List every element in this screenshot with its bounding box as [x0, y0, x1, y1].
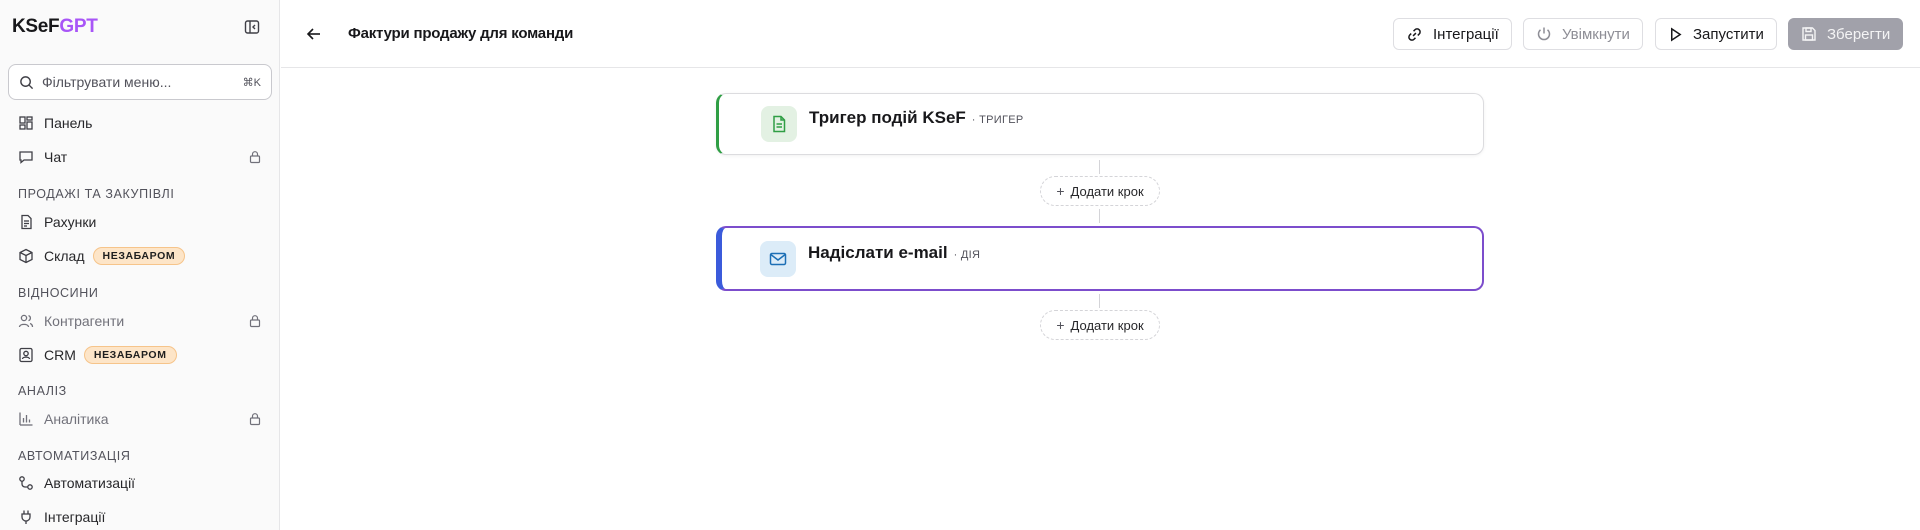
- trigger-node[interactable]: Тригер подій KSeF · ТРИГЕР: [716, 93, 1484, 155]
- add-step-button[interactable]: + Додати крок: [1040, 310, 1160, 340]
- dashboard-icon: [18, 115, 34, 131]
- section-relations: ВІДНОСИНИ: [18, 286, 99, 300]
- document-icon: [761, 106, 797, 142]
- users-icon: [18, 313, 34, 329]
- sidebar-item-integrations[interactable]: Інтеграції: [8, 502, 272, 530]
- chart-icon: [18, 411, 34, 427]
- sidebar-item-crm[interactable]: CRM НЕЗАБАРОМ: [8, 340, 272, 370]
- section-analysis: АНАЛІЗ: [18, 384, 67, 398]
- back-arrow-icon[interactable]: [305, 25, 323, 43]
- menu-filter[interactable]: ⌘K: [8, 64, 272, 100]
- integrations-label: Інтеграції: [1433, 25, 1499, 43]
- search-icon: [20, 75, 34, 89]
- sidebar-item-analytics[interactable]: Аналітика: [8, 404, 272, 434]
- brand-logo[interactable]: KSeFGPT: [12, 16, 98, 38]
- sidebar-item-invoices[interactable]: Рахунки: [8, 207, 272, 237]
- plug-icon: [18, 509, 34, 525]
- action-node[interactable]: Надіслати e-mail · ДІЯ: [716, 226, 1484, 291]
- page-title: Фактури продажу для команди: [348, 25, 574, 42]
- section-automation: АВТОМАТИЗАЦІЯ: [18, 449, 131, 463]
- connector-line: [1099, 209, 1100, 223]
- sidebar-item-contractors[interactable]: Контрагенти: [8, 306, 272, 336]
- node-type: · ТРИГЕР: [971, 114, 1024, 126]
- coming-soon-badge: НЕЗАБАРОМ: [83, 346, 177, 364]
- mail-icon: [760, 241, 796, 277]
- coming-soon-badge: НЕЗАБАРОМ: [92, 247, 186, 265]
- add-step-button[interactable]: + Додати крок: [1040, 176, 1160, 206]
- add-step-label: Додати крок: [1070, 317, 1144, 333]
- run-button[interactable]: Запустити: [1655, 18, 1777, 50]
- sidebar-item-label: Контрагенти: [44, 313, 125, 329]
- add-step-label: Додати крок: [1070, 183, 1144, 199]
- lock-icon: [248, 412, 262, 426]
- page-header: Фактури продажу для команди Інтеграції У…: [281, 0, 1920, 68]
- plus-icon: +: [1056, 183, 1065, 199]
- connector-line: [1099, 294, 1100, 308]
- menu-filter-input[interactable]: [42, 74, 232, 90]
- sidebar-item-warehouse[interactable]: Склад НЕЗАБАРОМ: [8, 241, 272, 271]
- sidebar-collapse-icon[interactable]: [244, 19, 260, 35]
- connector-line: [1099, 160, 1100, 174]
- enable-button[interactable]: Увімкнути: [1523, 18, 1643, 50]
- plus-icon: +: [1056, 317, 1065, 333]
- brand-ksef: KSeF: [12, 16, 60, 37]
- integrations-button[interactable]: Інтеграції: [1393, 18, 1512, 50]
- save-icon: [1802, 27, 1816, 41]
- sidebar-item-label: Чат: [44, 149, 68, 165]
- workflow-icon: [18, 475, 34, 491]
- trigger-title: Тригер подій KSeF: [809, 108, 966, 127]
- sidebar-item-label: Аналітика: [44, 411, 109, 427]
- sidebar-item-label: Інтеграції: [44, 509, 106, 525]
- action-title: Надіслати e-mail: [808, 243, 948, 262]
- node-title: Надіслати e-mail · ДІЯ: [808, 243, 980, 263]
- power-icon: [1537, 27, 1551, 41]
- sidebar-item-label: Склад: [44, 248, 85, 264]
- lock-icon: [248, 314, 262, 328]
- chat-icon: [18, 149, 34, 165]
- sidebar-item-automations[interactable]: Автоматизації: [8, 468, 272, 498]
- box-icon: [18, 248, 34, 264]
- search-shortcut: ⌘K: [242, 76, 261, 89]
- node-type: · ДІЯ: [953, 249, 981, 261]
- sidebar-item-dashboard[interactable]: Панель: [8, 108, 272, 138]
- section-sales: ПРОДАЖІ ТА ЗАКУПІВЛІ: [18, 187, 175, 201]
- lock-icon: [248, 150, 262, 164]
- run-label: Запустити: [1693, 25, 1764, 43]
- enable-label: Увімкнути: [1562, 25, 1630, 43]
- invoice-icon: [18, 214, 34, 230]
- sidebar-item-chat[interactable]: Чат: [8, 142, 272, 172]
- sidebar-item-label: Рахунки: [44, 214, 97, 230]
- node-title: Тригер подій KSeF · ТРИГЕР: [809, 108, 1024, 128]
- sidebar: KSeFGPT ⌘K Панель Чат ПРОДАЖІ ТА ЗАКУПІВ…: [0, 0, 280, 530]
- sidebar-item-label: CRM: [44, 347, 76, 363]
- sidebar-item-label: Панель: [44, 115, 93, 131]
- save-button[interactable]: Зберегти: [1788, 18, 1904, 50]
- save-label: Зберегти: [1827, 25, 1891, 43]
- sidebar-item-label: Автоматизації: [44, 475, 136, 491]
- play-icon: [1671, 26, 1682, 42]
- contact-icon: [18, 347, 34, 363]
- brand-gpt: GPT: [59, 16, 98, 37]
- link-icon: [1408, 27, 1421, 41]
